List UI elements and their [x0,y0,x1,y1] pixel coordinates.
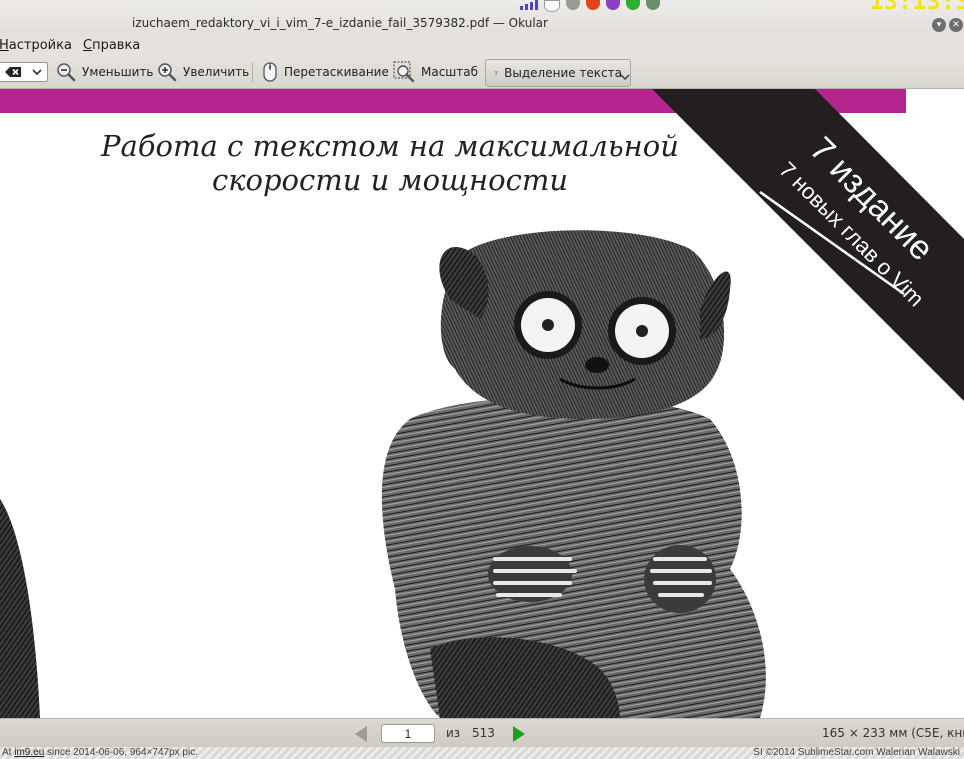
total-pages: 513 [472,726,495,740]
window-title: izuchaem_redaktory_vi_i_vim_7-e_izdanie_… [132,16,548,30]
window-close-icon[interactable]: ✕ [949,18,963,32]
zoom-tool-button[interactable]: Масштаб [393,59,478,85]
zoom-tool-label: Масштаб [421,65,479,79]
magnifier-minus-icon [57,63,76,82]
document-view[interactable]: Работа с текстом на максимальной скорост… [0,89,964,718]
head [440,230,725,419]
phone-icon[interactable] [626,0,640,10]
page-size-info: 165 × 233 мм (C5E, книж [822,726,964,740]
menu-help-label: правка [92,38,141,53]
zoom-rect-icon [393,61,415,83]
toolbar-separator [252,62,253,82]
right-pupil [636,325,648,337]
clipboard-icon[interactable] [544,0,560,12]
zoom-combo[interactable] [0,62,48,82]
watermark-site-link[interactable]: im9.eu [14,747,44,758]
network-meter-icon [520,0,538,10]
menu-bar: Настройка Справка [0,36,964,56]
menu-help-mnemonic: С [83,38,93,53]
menu-settings[interactable]: Настройка [0,38,72,53]
watermark-left: At im9.eu since 2014-06-06, 964×747px pi… [2,747,198,759]
battery-icon [646,0,660,10]
tarsier-illustration [0,230,766,718]
menu-settings-mnemonic: Н [0,38,9,53]
text-select-button[interactable]: Выделение текста [485,59,631,87]
clock: 13:13:35 [870,0,964,15]
nose [585,357,609,373]
drag-mode-label: Перетаскивание [284,65,389,79]
menu-help[interactable]: Справка [83,38,140,53]
triangle-left-icon[interactable] [353,725,369,743]
power-icon[interactable] [566,0,580,10]
menu-settings-label: астройка [8,38,72,53]
close-app-icon[interactable] [586,0,600,10]
zoom-in-label: Увеличить [183,65,250,79]
window-menu-icon[interactable]: ▾ [932,18,946,32]
watermark-credit: SI ©2014 SublimeStar.com Walerian Walaws… [753,747,960,758]
text-cursor-icon [494,71,498,75]
right-hand [644,545,716,613]
chevron-down-icon[interactable] [620,73,630,81]
toolbar: Уменьшить Увеличить Перетаскивание Масшт… [0,56,964,89]
watermark-prefix: At [2,747,12,758]
page-of-label: из [446,726,461,740]
zoom-in-button[interactable]: Увеличить [157,59,249,85]
zoom-out-label: Уменьшить [82,65,154,79]
page-number-input[interactable] [381,724,435,743]
system-tray [520,0,660,12]
text-select-label: Выделение текста [504,66,622,80]
tail [0,499,40,718]
clear-backspace-icon [5,67,42,77]
zoom-out-button[interactable]: Уменьшить [56,59,154,85]
watermark-strip: At im9.eu since 2014-06-06, 964×747px pi… [0,747,964,759]
mouse-icon [263,62,277,82]
status-bar: из 513 165 × 233 мм (C5E, книж [0,718,964,748]
drag-mode-button[interactable]: Перетаскивание [262,59,389,85]
watermark-since: since 2014-06-06, 964×747px pic. [47,747,198,758]
title-bar: 13:13:35 izuchaem_redaktory_vi_i_vim_7-e… [0,0,964,36]
left-pupil [542,319,554,331]
triangle-right-icon[interactable] [511,725,527,743]
chat-icon[interactable] [606,0,620,10]
magnifier-plus-icon [158,63,177,82]
